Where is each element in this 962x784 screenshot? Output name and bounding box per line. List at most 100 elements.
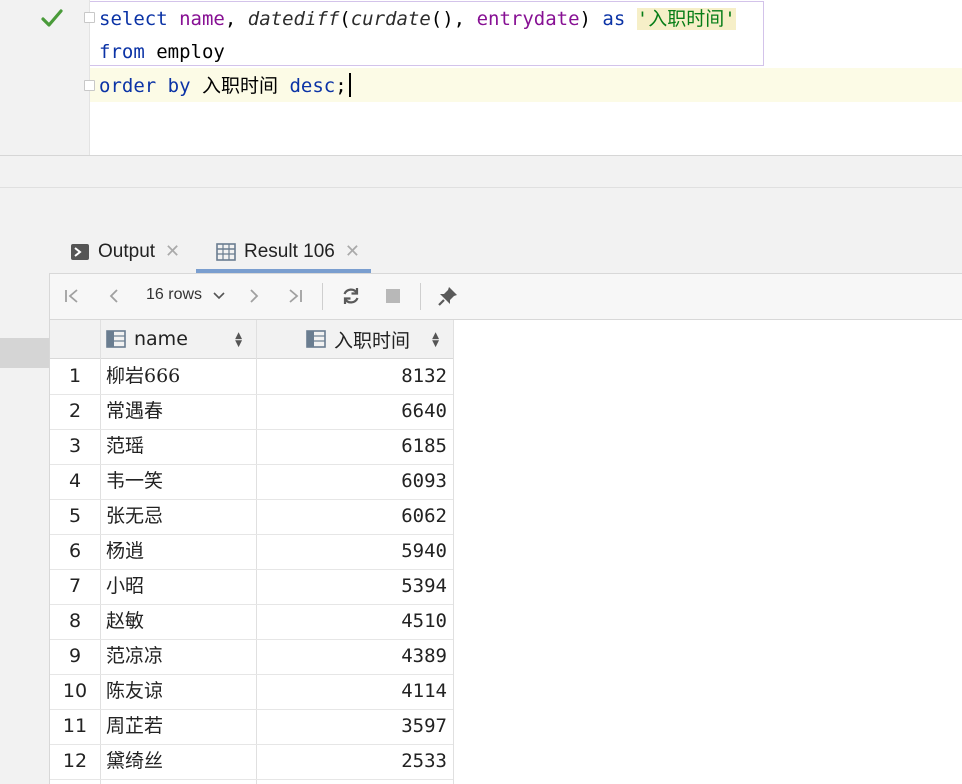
keyword: desc [289,75,336,97]
text-cursor [348,73,351,97]
column-ref: name [179,8,225,30]
keyword: select [99,8,168,30]
cell-entry-time[interactable]: 5394 [401,569,447,604]
cell-name[interactable]: 小昭 [106,569,144,604]
sort-icon[interactable]: ▲ ▼ [235,332,242,349]
cell-entry-time[interactable]: 2533 [401,744,447,779]
pin-icon[interactable] [434,282,462,310]
cell-name[interactable]: 韦一笑 [106,464,163,499]
row-number: 11 [62,715,88,737]
cell-entry-time[interactable]: 5940 [401,534,447,569]
row-number: 8 [68,610,82,632]
keyword: order [99,75,157,97]
results-tab-bar: Output ✕ Result 106 ✕ [50,230,962,274]
function-name: datediff [247,8,340,30]
table-ref: employ [156,41,225,63]
row-number: 6 [68,540,82,562]
table-row[interactable]: 7 小昭 5394 [50,569,453,605]
close-icon[interactable]: ✕ [165,241,180,262]
stop-icon[interactable] [379,282,407,310]
tab-label: Result 106 [244,240,335,262]
cell-name[interactable]: 范凉凉 [106,639,163,674]
panel-divider [0,187,962,188]
keyword: as [602,8,626,30]
close-icon[interactable]: ✕ [345,241,360,262]
table-row[interactable]: 12 黛绮丝 2533 [50,744,453,780]
cell-name[interactable]: 赵敏 [106,604,144,639]
tab-result[interactable]: Result 106 ✕ [216,230,360,273]
row-number: 12 [62,750,88,772]
code-line-1[interactable]: select name, datediff(curdate(), entryda… [99,4,736,34]
table-row[interactable]: 11 周芷若 3597 [50,709,453,745]
cell-entry-time[interactable]: 8132 [401,359,447,394]
left-side-panel [0,273,50,784]
row-number: 4 [68,470,82,492]
column-title: 入职时间 [334,329,411,352]
table-row[interactable]: 5 张无忌 6062 [50,499,453,535]
sql-editor[interactable]: select name, datediff(curdate(), entryda… [0,0,962,155]
table-row[interactable]: 9 范凉凉 4389 [50,639,453,675]
cell-entry-time[interactable]: 6062 [401,499,447,534]
table-row[interactable]: 4 韦一笑 6093 [50,464,453,500]
next-page-icon[interactable] [240,282,268,310]
sort-icon[interactable]: ▲ ▼ [432,332,439,349]
table-row[interactable]: 2 常遇春 6640 [50,394,453,430]
editor-splitter[interactable] [0,155,962,156]
results-grid[interactable]: name ▲ ▼ 入职时间 ▲ ▼ 1 柳岩666 8132 2 常遇春 6640 3 范瑶 618… [50,320,962,784]
row-number: 10 [62,680,88,702]
table-row[interactable]: 3 范瑶 6185 [50,429,453,465]
column-header-name[interactable]: name ▲ ▼ [106,320,256,358]
toolbar-separator [420,283,421,310]
column-header-entry-time[interactable]: 入职时间 ▲ ▼ [306,320,453,358]
cell-name[interactable]: 陈友谅 [106,674,163,709]
tab-label: Output [98,240,156,262]
row-count-dropdown[interactable]: 16 rows [146,286,226,304]
function-name: curdate [350,8,431,30]
row-number: 7 [68,575,82,597]
check-icon [41,9,63,27]
table-row[interactable]: 8 赵敏 4510 [50,604,453,640]
grid-divider [453,320,454,784]
cell-entry-time[interactable]: 4114 [401,674,447,709]
tab-output[interactable]: Output ✕ [70,230,180,273]
code-line-3[interactable]: order by 入职时间 desc; [99,71,351,101]
string-literal: '入职时间' [636,8,736,30]
last-page-icon[interactable] [281,282,309,310]
semicolon: ; [335,75,347,97]
cell-entry-time[interactable]: 4389 [401,639,447,674]
code-line-2[interactable]: from employ [99,37,225,67]
cell-entry-time[interactable]: 6093 [401,464,447,499]
cell-entry-time[interactable]: 6185 [401,429,447,464]
cell-name[interactable]: 张无忌 [106,499,163,534]
identifier: 入职时间 [202,75,279,97]
table-icon [216,242,236,261]
row-number: 2 [68,400,82,422]
cell-name[interactable]: 柳岩666 [106,359,180,394]
cell-name[interactable]: 范瑶 [106,429,144,464]
column-ref: entrydate [476,8,580,30]
table-row[interactable]: 6 杨逍 5940 [50,534,453,570]
table-row[interactable]: 1 柳岩666 8132 [50,359,453,395]
row-number: 3 [68,435,82,457]
toolbar-separator [322,283,323,310]
console-icon [71,243,89,260]
cell-entry-time[interactable]: 6640 [401,394,447,429]
column-icon [306,330,326,348]
cell-entry-time[interactable]: 3597 [401,709,447,744]
previous-page-icon[interactable] [100,282,128,310]
keyword: from [99,41,145,63]
table-row[interactable]: 10 陈友谅 4114 [50,674,453,710]
cell-name[interactable]: 黛绮丝 [106,744,163,779]
first-page-icon[interactable] [58,282,86,310]
left-panel-selection[interactable] [0,338,49,368]
grid-header: name ▲ ▼ 入职时间 ▲ ▼ [50,320,453,359]
editor-gutter [0,0,90,155]
cell-name[interactable]: 周芷若 [106,709,163,744]
cell-entry-time[interactable]: 4510 [401,604,447,639]
row-number: 1 [68,365,82,387]
refresh-icon[interactable] [337,282,365,310]
cell-name[interactable]: 常遇春 [106,394,163,429]
fold-end-icon[interactable] [84,80,95,91]
active-tab-indicator [196,269,371,273]
cell-name[interactable]: 杨逍 [106,534,144,569]
